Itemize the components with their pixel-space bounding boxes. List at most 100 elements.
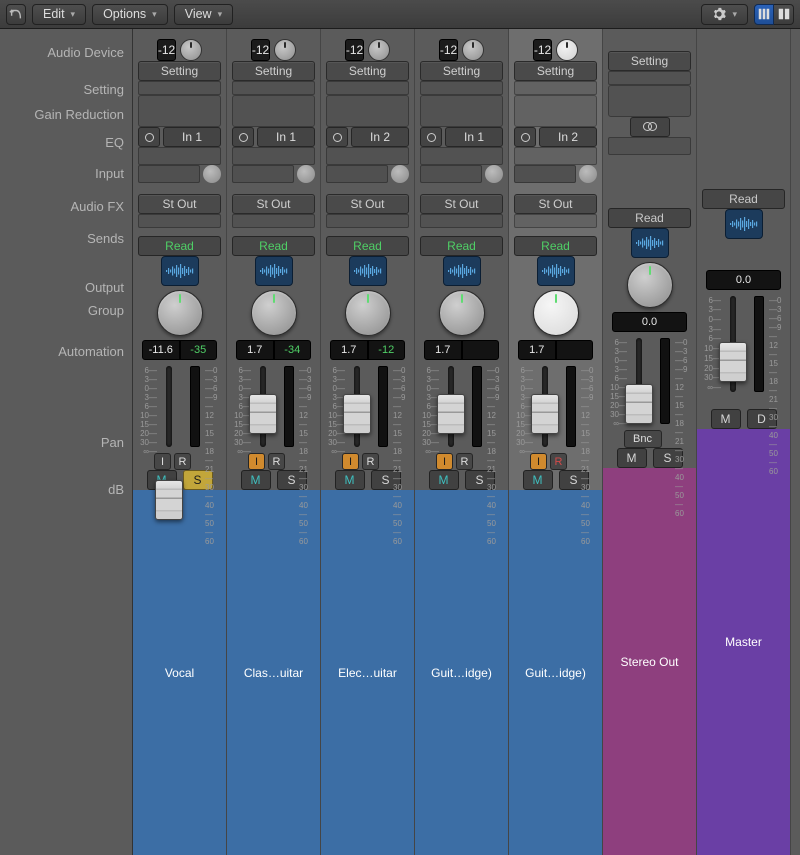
output-button[interactable]: St Out <box>232 194 315 214</box>
record-enable-button[interactable]: R <box>550 453 567 470</box>
audio-device-value[interactable]: -12 <box>345 39 364 61</box>
pan-knob[interactable] <box>251 290 297 336</box>
peak-value[interactable] <box>462 340 500 360</box>
fader-thumb[interactable] <box>719 342 747 382</box>
eq-thumbnail[interactable] <box>138 95 221 127</box>
db-value[interactable]: 1.7 <box>518 340 556 360</box>
pan-knob[interactable] <box>157 290 203 336</box>
audio-fx-slot[interactable] <box>232 147 315 165</box>
input-label[interactable]: In 1 <box>257 127 315 147</box>
record-enable-button[interactable]: R <box>268 453 285 470</box>
peak-value[interactable]: -12 <box>368 340 406 360</box>
pan-knob[interactable] <box>439 290 485 336</box>
mute-button[interactable]: M <box>241 470 271 490</box>
record-enable-button[interactable]: R <box>174 453 191 470</box>
track-icon-button[interactable] <box>443 256 481 286</box>
pan-control[interactable] <box>623 258 677 312</box>
db-value[interactable]: 1.7 <box>236 340 274 360</box>
output-button[interactable]: St Out <box>514 194 597 214</box>
settings-gear-button[interactable]: ▾ <box>701 4 748 25</box>
view-menu[interactable]: View ▾ <box>174 4 233 25</box>
fader-thumb[interactable] <box>155 480 183 520</box>
channel-strip[interactable]: -12 Setting In 1 St Out Read -11.6 -35 6… <box>133 29 227 855</box>
send-knob[interactable] <box>485 165 503 183</box>
mute-button[interactable]: M <box>429 470 459 490</box>
input-label[interactable]: In 1 <box>163 127 221 147</box>
channel-strip[interactable]: -12 Setting In 1 St Out Read 1.7 -34 6—3… <box>227 29 321 855</box>
send-knob[interactable] <box>203 165 221 183</box>
automation-mode[interactable]: Read <box>138 236 221 256</box>
group-slot[interactable] <box>420 214 503 228</box>
input-format-button[interactable] <box>138 127 160 147</box>
input-label[interactable]: In 1 <box>445 127 503 147</box>
audio-device-value[interactable]: -12 <box>439 39 458 61</box>
record-enable-button[interactable]: R <box>362 453 379 470</box>
setting-button[interactable]: Setting <box>608 51 691 71</box>
mute-button[interactable]: M <box>711 409 741 429</box>
input-label[interactable]: In 2 <box>539 127 597 147</box>
setting-button[interactable]: Setting <box>138 61 221 81</box>
pan-knob[interactable] <box>345 290 391 336</box>
channel-strip[interactable]: Read 0.0 6—3—0—3—6—10—15—20—30—∞— —0—3—6… <box>697 29 791 855</box>
mute-button[interactable]: M <box>335 470 365 490</box>
send-knob[interactable] <box>391 165 409 183</box>
layout-narrow-button[interactable] <box>754 4 774 25</box>
audio-fx-slot[interactable] <box>514 147 597 165</box>
pan-control[interactable] <box>247 286 301 340</box>
track-icon-button[interactable] <box>631 228 669 258</box>
group-slot[interactable] <box>326 214 409 228</box>
edit-menu[interactable]: Edit ▾ <box>32 4 86 25</box>
automation-mode[interactable]: Read <box>702 189 785 209</box>
group-slot[interactable] <box>514 214 597 228</box>
automation-mode[interactable]: Read <box>514 236 597 256</box>
track-icon-button[interactable] <box>255 256 293 286</box>
setting-button[interactable]: Setting <box>420 61 503 81</box>
channel-strip[interactable]: Setting Read 0.0 6—3—0—3—6—10—15—20—30—∞… <box>603 29 697 855</box>
peak-value[interactable]: -34 <box>274 340 312 360</box>
undo-curve-button[interactable] <box>6 4 26 25</box>
track-name[interactable]: Master <box>697 429 790 855</box>
channel-strip[interactable]: -12 Setting In 2 St Out Read 1.7 -12 6—3… <box>321 29 415 855</box>
fader-thumb[interactable] <box>531 394 559 434</box>
pan-knob[interactable] <box>627 262 673 308</box>
send-slot[interactable] <box>138 165 200 183</box>
input-format-button[interactable] <box>514 127 536 147</box>
output-button[interactable]: St Out <box>138 194 221 214</box>
audio-device-knob[interactable] <box>180 39 202 61</box>
fader-thumb[interactable] <box>249 394 277 434</box>
input-format-button[interactable] <box>232 127 254 147</box>
layout-wide-button[interactable] <box>774 4 794 25</box>
fader-track[interactable] <box>166 366 172 447</box>
db-value[interactable]: -11.6 <box>142 340 180 360</box>
eq-thumbnail[interactable] <box>420 95 503 127</box>
audio-device-value[interactable]: -12 <box>157 39 176 61</box>
send-slot[interactable] <box>420 165 482 183</box>
pan-control[interactable] <box>153 286 207 340</box>
audio-fx-slot[interactable] <box>608 137 691 155</box>
audio-device-value[interactable]: -12 <box>533 39 552 61</box>
audio-device-knob[interactable] <box>556 39 578 61</box>
track-icon-button[interactable] <box>537 256 575 286</box>
fader-thumb[interactable] <box>343 394 371 434</box>
db-value[interactable]: 1.7 <box>424 340 462 360</box>
input-format-button[interactable] <box>326 127 348 147</box>
track-icon-button[interactable] <box>161 256 199 286</box>
track-icon-button[interactable] <box>349 256 387 286</box>
db-value[interactable]: 1.7 <box>330 340 368 360</box>
fader-thumb[interactable] <box>437 394 465 434</box>
mute-button[interactable]: M <box>523 470 553 490</box>
automation-mode[interactable]: Read <box>232 236 315 256</box>
audio-device-knob[interactable] <box>368 39 390 61</box>
record-enable-button[interactable]: R <box>456 453 473 470</box>
audio-fx-slot[interactable] <box>326 147 409 165</box>
setting-button[interactable]: Setting <box>514 61 597 81</box>
eq-thumbnail[interactable] <box>326 95 409 127</box>
peak-value[interactable] <box>556 340 594 360</box>
audio-fx-slot[interactable] <box>138 147 221 165</box>
send-knob[interactable] <box>297 165 315 183</box>
db-value[interactable]: 0.0 <box>612 312 687 332</box>
pan-control[interactable] <box>529 286 583 340</box>
group-slot[interactable] <box>232 214 315 228</box>
send-slot[interactable] <box>232 165 294 183</box>
setting-button[interactable]: Setting <box>232 61 315 81</box>
